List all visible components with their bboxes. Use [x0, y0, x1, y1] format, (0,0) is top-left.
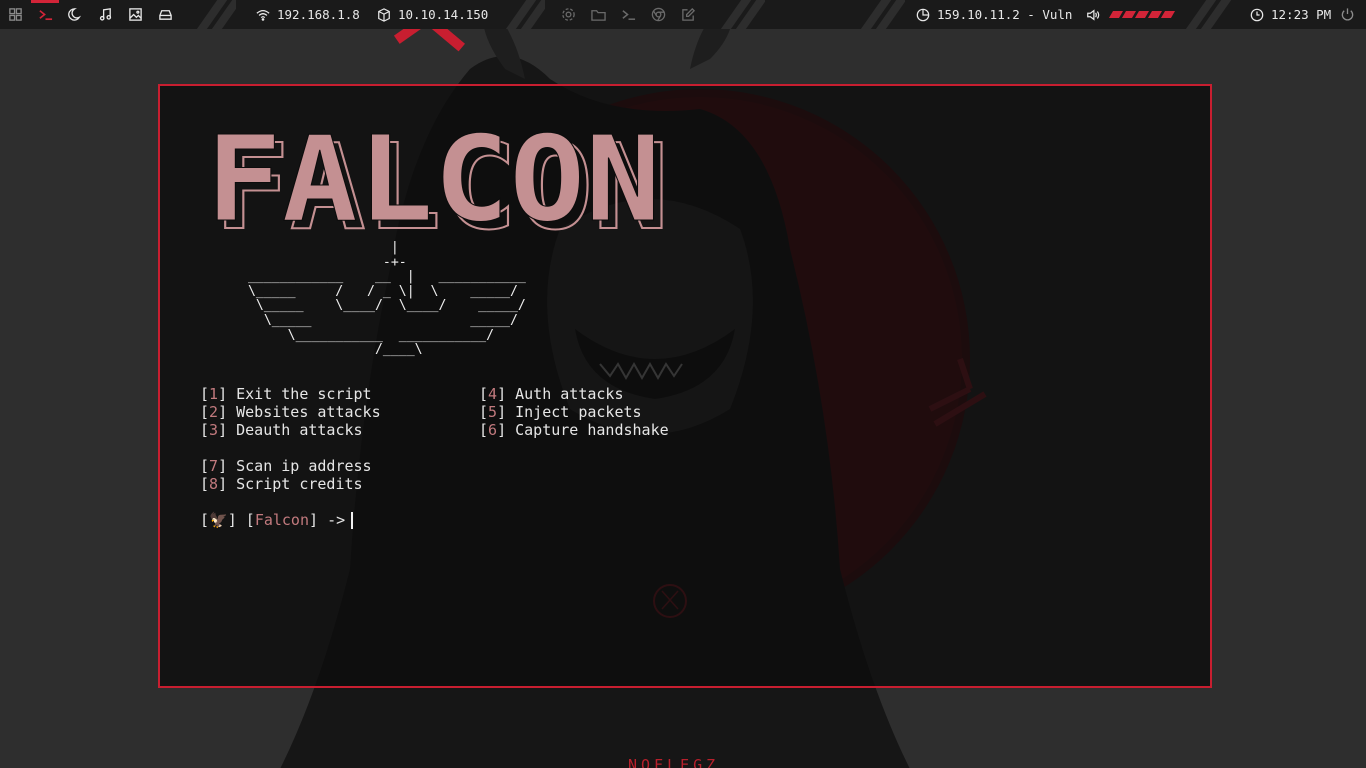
menu-option[interactable]: [1] Exit the script — [200, 385, 381, 403]
menu-option-label: Deauth attacks — [236, 421, 363, 439]
menu-option[interactable]: [5] Inject packets — [479, 403, 669, 421]
prompt-tool-name: Falcon — [254, 511, 309, 529]
vpn-ip: 10.10.14.150 — [398, 7, 489, 22]
ascii-falcon-art: | -+- ____________ __ | ___________ \___… — [247, 240, 526, 358]
clock-time: 12:23 PM — [1271, 7, 1332, 22]
browser-icon[interactable] — [644, 0, 672, 29]
wifi-icon — [256, 9, 270, 21]
music-icon[interactable] — [91, 0, 119, 29]
chart-pie-icon — [916, 8, 930, 21]
settings-icon[interactable] — [554, 0, 582, 29]
apps-grid-icon[interactable] — [1, 0, 29, 29]
menu-option[interactable]: [2] Websites attacks — [200, 403, 381, 421]
terminal-window[interactable]: FALCON FALCON | -+- ____________ __ | __… — [158, 84, 1212, 688]
image-icon[interactable] — [121, 0, 149, 29]
panel-decoration — [1185, 0, 1235, 29]
wallpaper-caption: NOFLEGZ — [628, 756, 720, 768]
cube-icon — [378, 7, 390, 22]
menu-option[interactable]: [6] Capture handshake — [479, 421, 669, 439]
menu-option-number: 4 — [488, 385, 498, 403]
menu-left: [1] Exit the script [2] Websites attacks[… — [200, 385, 381, 493]
moon-icon[interactable] — [61, 0, 89, 29]
target-indicator[interactable]: 159.10.11.2 - Vuln — [916, 0, 1072, 29]
logo-text: FALCON — [206, 130, 661, 240]
menu-option-label: Websites attacks — [236, 403, 381, 421]
text-cursor[interactable] — [351, 511, 354, 529]
volume-control[interactable] — [1086, 0, 1176, 29]
target-label: 159.10.11.2 - Vuln — [937, 7, 1073, 22]
menu-option[interactable]: [3] Deauth attacks — [200, 421, 381, 439]
menu-right: [4] Auth attacks [5] Inject packets [6] Ca… — [479, 385, 669, 439]
menu-option-number: 5 — [488, 403, 498, 421]
clock[interactable]: 12:23 PM — [1250, 0, 1331, 29]
menu-option-number: 1 — [209, 385, 219, 403]
menu-option — [200, 439, 381, 457]
menu-option-number: 7 — [209, 457, 219, 475]
volume-icon — [1087, 8, 1100, 21]
network-indicator[interactable]: 192.168.1.8 — [256, 0, 360, 29]
falcon-logo: FALCON FALCON — [206, 130, 670, 240]
panel-decoration — [196, 0, 236, 29]
volume-level-bar[interactable] — [1108, 11, 1176, 18]
edit-icon[interactable] — [674, 0, 702, 29]
menu-option-number: 2 — [209, 403, 219, 421]
menu-option-label: Script credits — [236, 475, 363, 493]
menu-option-label: Auth attacks — [515, 385, 624, 403]
menu-option-number: 3 — [209, 421, 219, 439]
panel-decoration — [720, 0, 765, 29]
vpn-indicator[interactable]: 10.10.14.150 — [377, 0, 488, 29]
clock-icon — [1250, 8, 1264, 21]
menu-option-label: Inject packets — [515, 403, 642, 421]
panel-decoration — [505, 0, 545, 29]
menu-option[interactable]: [4] Auth attacks — [479, 385, 669, 403]
menu-option-label: Exit the script — [236, 385, 372, 403]
top-panel: 192.168.1.8 10.10.14.150 159.10.11.2 - V… — [0, 0, 1366, 29]
menu-option[interactable]: [8] Script credits — [200, 475, 381, 493]
menu-option-number: 6 — [488, 421, 498, 439]
terminal-icon[interactable] — [614, 0, 642, 29]
menu-option-label: Scan ip address — [236, 457, 372, 475]
terminal-icon[interactable] — [31, 0, 59, 29]
drive-icon[interactable] — [151, 0, 179, 29]
falcon-emoji-icon: 🦅 — [209, 511, 228, 529]
command-prompt[interactable]: [🦅] [Falcon] -> — [200, 511, 354, 529]
power-icon[interactable] — [1333, 0, 1361, 29]
local-ip: 192.168.1.8 — [277, 7, 360, 22]
menu-option-label: Capture handshake — [515, 421, 669, 439]
prompt-arrow: -> — [327, 511, 346, 529]
menu-option-number: 8 — [209, 475, 219, 493]
panel-decoration — [860, 0, 905, 29]
menu-option[interactable]: [7] Scan ip address — [200, 457, 381, 475]
folder-icon[interactable] — [584, 0, 612, 29]
